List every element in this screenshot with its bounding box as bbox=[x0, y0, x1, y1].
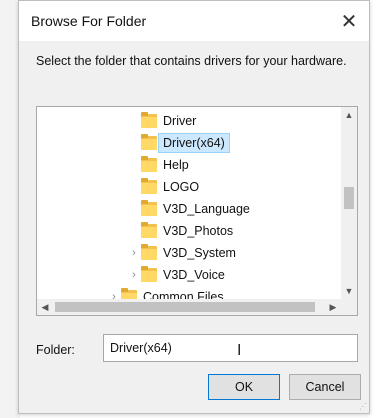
title-bar: Browse For Folder ✕ bbox=[19, 1, 369, 41]
tree-node-help[interactable]: Help bbox=[141, 154, 189, 176]
resize-grip-icon[interactable]: ⋰ bbox=[359, 402, 367, 411]
expand-chevron-icon[interactable]: › bbox=[127, 247, 141, 259]
instruction-text: Select the folder that contains drivers … bbox=[36, 54, 347, 68]
background-window-edge bbox=[0, 0, 20, 418]
tree-node-driver-x64[interactable]: Driver(x64) bbox=[141, 132, 230, 154]
tree-node-logo[interactable]: LOGO bbox=[141, 176, 199, 198]
cancel-button[interactable]: Cancel bbox=[289, 374, 361, 400]
tree-node-v3d-photos[interactable]: V3D_Photos bbox=[141, 220, 233, 242]
tree-node-common-files[interactable]: › Common Files bbox=[107, 286, 224, 299]
folder-icon bbox=[141, 266, 157, 282]
tree-node-label: Driver(x64) bbox=[158, 133, 230, 153]
folder-icon bbox=[141, 222, 157, 238]
tree-node-v3d-language[interactable]: V3D_Language bbox=[141, 198, 250, 220]
expand-chevron-icon[interactable]: › bbox=[107, 291, 121, 299]
folder-tree[interactable]: Driver Driver(x64) Help LOGO V3D_Languag… bbox=[36, 106, 358, 316]
expand-chevron-icon[interactable]: › bbox=[127, 269, 141, 281]
folder-field-label: Folder: bbox=[36, 343, 75, 357]
scroll-down-arrow-icon[interactable]: ▼ bbox=[341, 283, 357, 299]
folder-icon bbox=[141, 178, 157, 194]
vertical-scroll-thumb[interactable] bbox=[344, 187, 354, 209]
tree-node-label: V3D_Language bbox=[163, 202, 250, 216]
horizontal-scrollbar[interactable]: ◀ ▶ bbox=[37, 299, 341, 315]
tree-node-v3d-voice[interactable]: › V3D_Voice bbox=[127, 264, 225, 286]
folder-icon bbox=[141, 112, 157, 128]
folder-icon bbox=[141, 156, 157, 172]
scrollbar-corner bbox=[341, 299, 357, 315]
horizontal-scroll-thumb[interactable] bbox=[55, 302, 315, 312]
tree-node-label: Common Files bbox=[143, 290, 224, 299]
tree-node-label: Help bbox=[163, 158, 189, 172]
folder-icon bbox=[121, 288, 137, 299]
folder-icon bbox=[141, 200, 157, 216]
folder-icon bbox=[141, 244, 157, 260]
text-cursor-icon: I bbox=[237, 342, 242, 359]
scroll-right-arrow-icon[interactable]: ▶ bbox=[325, 299, 341, 315]
tree-node-label: Driver bbox=[163, 114, 197, 128]
tree-node-label: V3D_Voice bbox=[163, 268, 225, 282]
browse-for-folder-dialog: Browse For Folder ✕ Select the folder th… bbox=[18, 0, 370, 414]
close-icon[interactable]: ✕ bbox=[337, 7, 361, 35]
folder-icon bbox=[141, 134, 157, 150]
tree-node-label: V3D_Photos bbox=[163, 224, 234, 238]
folder-tree-viewport: Driver Driver(x64) Help LOGO V3D_Languag… bbox=[37, 107, 341, 299]
tree-node-label: LOGO bbox=[163, 180, 200, 194]
tree-node-driver[interactable]: Driver bbox=[141, 110, 196, 132]
scroll-up-arrow-icon[interactable]: ▲ bbox=[341, 107, 357, 123]
vertical-scrollbar[interactable]: ▲ ▼ bbox=[341, 107, 357, 299]
ok-button[interactable]: OK bbox=[208, 374, 280, 400]
dialog-title: Browse For Folder bbox=[31, 13, 147, 29]
scroll-left-arrow-icon[interactable]: ◀ bbox=[37, 299, 53, 315]
tree-node-label: V3D_System bbox=[163, 246, 236, 260]
tree-node-v3d-system[interactable]: › V3D_System bbox=[127, 242, 236, 264]
folder-name-input[interactable] bbox=[103, 334, 358, 362]
